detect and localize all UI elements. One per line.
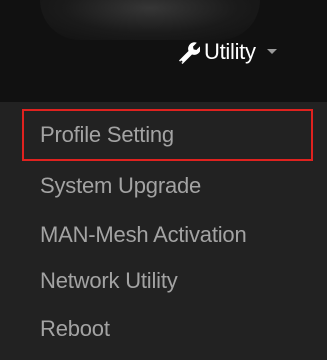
navbar: Utility: [0, 0, 327, 102]
highlight-box: [22, 109, 313, 161]
wrench-icon: [176, 40, 200, 64]
utility-label: Utility: [204, 39, 256, 64]
utility-dropdown-toggle[interactable]: Utility: [176, 34, 278, 70]
menu-item-man-mesh-activation[interactable]: MAN-Mesh Activation: [40, 217, 247, 253]
menu-item-label: Reboot: [40, 316, 110, 341]
menu-item-network-utility[interactable]: Network Utility: [40, 263, 178, 299]
screenshot-frame: Utility Profile Setting System Upgrade M…: [0, 0, 327, 360]
caret-down-icon: [266, 48, 278, 56]
menu-item-system-upgrade[interactable]: System Upgrade: [40, 168, 201, 204]
menu-item-label: System Upgrade: [40, 173, 202, 198]
menu-item-label: MAN-Mesh Activation: [40, 222, 247, 247]
menu-item-reboot[interactable]: Reboot: [40, 311, 110, 347]
menu-item-label: Network Utility: [40, 268, 178, 293]
